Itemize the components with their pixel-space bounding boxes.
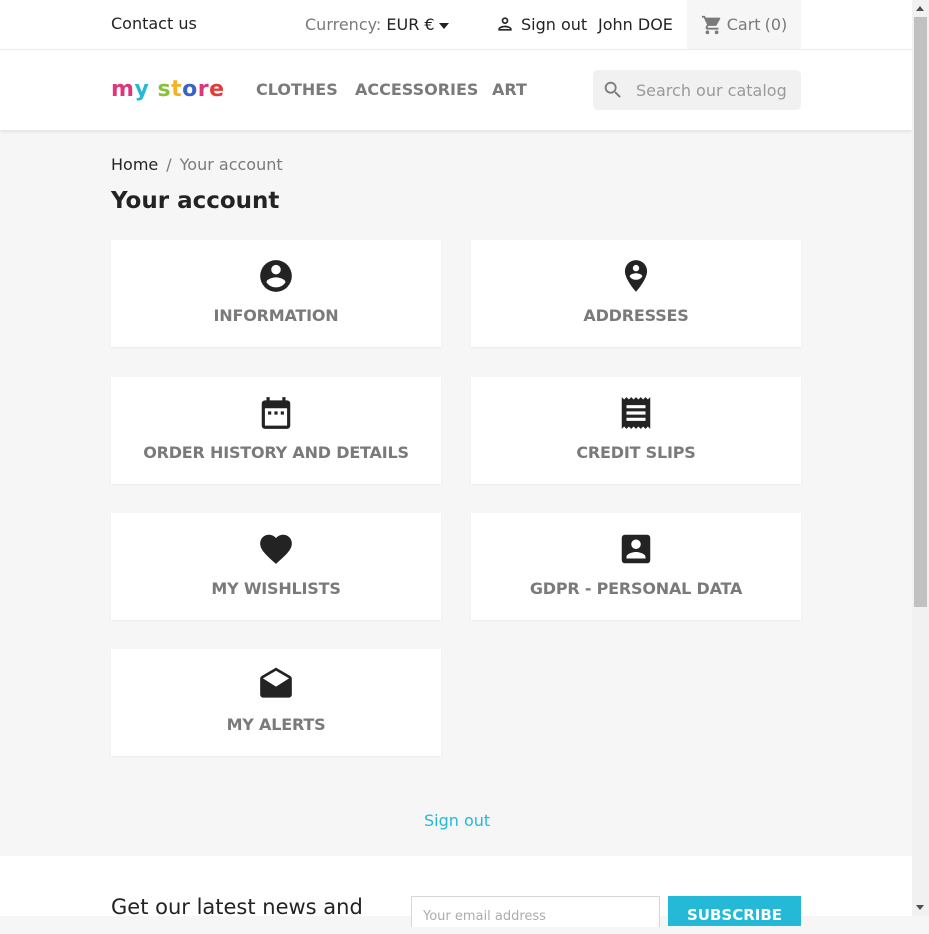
order-history-link[interactable]: ORDER HISTORY AND DETAILS [111,377,441,484]
addresses-link[interactable]: ADDRESSES [471,240,801,347]
subscribe-button[interactable]: SUBSCRIBE [668,896,801,926]
cart-button[interactable]: Cart (0) [687,0,801,49]
logo-letter: e [209,77,225,102]
user-icon [498,17,512,31]
vertical-scrollbar[interactable] [912,0,929,916]
calendar-icon [256,393,296,433]
credit-slips-link[interactable]: CREDIT SLIPS [471,377,801,484]
email-placeholder: Your email address [423,909,546,924]
logo-letter: s [157,77,172,102]
breadcrumb-separator: / [166,155,172,174]
logo-letter: y [134,77,150,102]
contact-us-link[interactable]: Contact us [111,14,197,33]
currency-value: EUR € [386,15,435,34]
shopping-cart-icon [701,15,720,34]
wishlists-link[interactable]: MY WISHLISTS [111,513,441,620]
logo-letter: m [111,77,135,102]
information-link[interactable]: INFORMATION [111,240,441,347]
card-label: ADDRESSES [583,306,689,325]
logo-letter: r [197,77,210,102]
currency-selector[interactable]: Currency: EUR € [305,15,449,34]
search-input[interactable]: Search our catalog [593,70,801,110]
account-name-link[interactable]: John DOE [598,15,673,34]
sign-out-top-link[interactable]: Sign out [495,14,587,34]
main-header: my store CLOTHES ACCESSORIES ART Search … [0,50,912,130]
scrollbar-thumb[interactable] [914,17,927,607]
open-envelope-icon [256,665,296,705]
gdpr-link[interactable]: GDPR - PERSONAL DATA [471,513,801,620]
receipt-icon [616,393,656,433]
page-title: Your account [111,188,280,214]
breadcrumb: Home / Your account [111,155,283,174]
footer-newsletter: Get our latest news and Your email addre… [0,856,912,927]
cart-count: (0) [764,15,788,34]
logo-letter: o [182,77,198,102]
card-label: MY WISHLISTS [211,579,341,598]
logo-letter: t [171,77,183,102]
heart-icon [256,529,296,569]
card-label: ORDER HISTORY AND DETAILS [143,443,409,462]
caret-down-icon [438,22,449,29]
sign-out-label: Sign out [521,14,588,34]
menu-item-art[interactable]: ART [492,80,527,99]
menu-item-clothes[interactable]: CLOTHES [256,80,338,99]
breadcrumb-current: Your account [179,155,283,174]
scroll-down-arrow-icon[interactable] [916,905,924,910]
menu-item-accessories[interactable]: ACCESSORIES [355,80,478,99]
cart-label: Cart [726,15,761,34]
sign-out-link[interactable]: Sign out [424,811,490,830]
card-label: INFORMATION [213,306,339,325]
breadcrumb-home[interactable]: Home [111,155,158,174]
card-label: CREDIT SLIPS [576,443,696,462]
newsletter-text: Get our latest news and [111,895,363,919]
store-logo[interactable]: my store [111,77,225,102]
top-bar: Contact us Currency: EUR € Sign out John… [0,0,912,50]
search-icon [604,81,621,98]
alerts-link[interactable]: MY ALERTS [111,649,441,756]
card-label: GDPR - PERSONAL DATA [529,579,743,598]
account-box-icon [616,529,656,569]
search-placeholder: Search our catalog [636,80,787,100]
newsletter-email-input[interactable]: Your email address [411,896,660,927]
card-label: MY ALERTS [226,715,326,734]
account-circle-icon [256,256,296,296]
scroll-up-arrow-icon[interactable] [916,6,924,11]
currency-label: Currency: [305,15,382,34]
location-pin-icon [616,256,656,296]
